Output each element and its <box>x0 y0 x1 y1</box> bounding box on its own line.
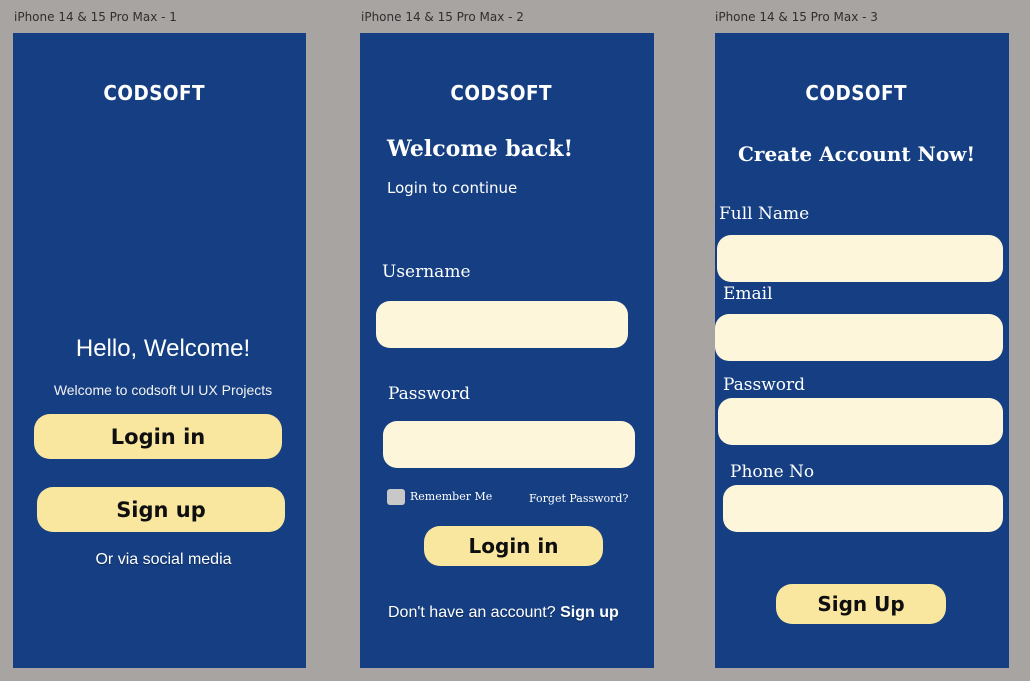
password-label: Password <box>388 384 471 404</box>
login-button[interactable]: Login in <box>34 414 282 459</box>
frame-label-1: iPhone 14 & 15 Pro Max - 1 <box>14 10 177 24</box>
no-account-text: Don't have an account? <box>388 604 556 621</box>
password-label: Password <box>723 375 806 395</box>
phone-input[interactable] <box>723 485 1003 532</box>
phone-frame-welcome: CODSOFT Hello, Welcome! Welcome to codso… <box>13 33 306 668</box>
fullname-label: Full Name <box>719 204 810 224</box>
login-heading: Welcome back! <box>387 136 574 162</box>
phone-label: Phone No <box>730 462 815 482</box>
signup-button[interactable]: Sign Up <box>776 584 946 624</box>
signup-link[interactable]: Sign up <box>560 604 619 621</box>
brand-logo: CODSOFT <box>103 81 206 105</box>
social-media-link[interactable]: Or via social media <box>13 551 306 569</box>
username-input[interactable] <box>376 301 628 348</box>
frame-label-2: iPhone 14 & 15 Pro Max - 2 <box>361 10 524 24</box>
signup-heading: Create Account Now! <box>738 142 976 166</box>
email-label: Email <box>723 284 773 304</box>
welcome-subtitle: Welcome to codsoft UI UX Projects <box>53 382 273 398</box>
signup-button[interactable]: Sign up <box>37 487 285 532</box>
password-input[interactable] <box>383 421 635 468</box>
remember-me-label: Remember Me <box>410 490 493 503</box>
welcome-heading: Hello, Welcome! <box>75 335 251 362</box>
forgot-password-link[interactable]: Forget Password? <box>529 492 628 505</box>
brand-logo: CODSOFT <box>450 81 553 105</box>
password-input[interactable] <box>718 398 1003 445</box>
remember-me-checkbox[interactable] <box>387 489 405 505</box>
no-account-row: Don't have an account? Sign up <box>388 604 619 622</box>
phone-frame-login: CODSOFT Welcome back! Login to continue … <box>360 33 654 668</box>
fullname-input[interactable] <box>717 235 1003 282</box>
login-button[interactable]: Login in <box>424 526 603 566</box>
brand-logo: CODSOFT <box>805 81 908 105</box>
phone-frame-signup: CODSOFT Create Account Now! Full Name Em… <box>715 33 1009 668</box>
email-input[interactable] <box>715 314 1003 361</box>
login-subheading: Login to continue <box>387 179 518 197</box>
frame-label-3: iPhone 14 & 15 Pro Max - 3 <box>715 10 878 24</box>
username-label: Username <box>382 262 471 282</box>
